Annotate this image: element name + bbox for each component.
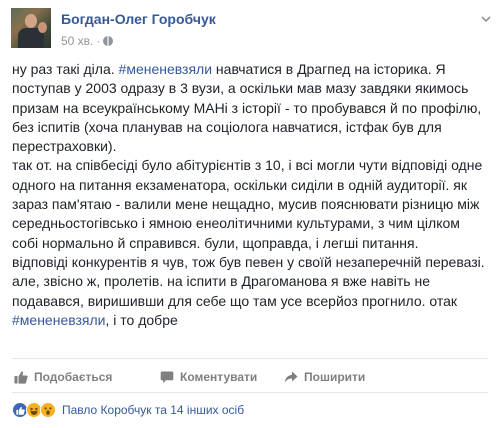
hashtag-link[interactable]: #мененевзяли xyxy=(119,61,213,77)
chevron-down-icon[interactable] xyxy=(481,14,491,24)
share-button[interactable]: Поширити xyxy=(284,367,365,387)
post-meta: 50 хв. · xyxy=(61,34,114,48)
like-button[interactable]: Подобається xyxy=(14,367,112,387)
avatar-face-secondary xyxy=(38,22,47,33)
author-avatar[interactable] xyxy=(11,8,51,48)
share-icon xyxy=(284,371,298,383)
post-actions: Подобається Коментувати Поширити xyxy=(12,365,488,389)
wow-reaction-icon xyxy=(40,402,56,418)
like-label: Подобається xyxy=(34,370,113,384)
comment-label: Коментувати xyxy=(180,370,258,384)
hashtag-link[interactable]: #мененевзяли xyxy=(12,312,106,328)
post-paragraph: ну раз такі діла. #мененевзяли навчатися… xyxy=(12,60,488,156)
comment-icon xyxy=(160,371,174,383)
post-paragraph: відповіді конкурентів я чув, тож був пев… xyxy=(12,253,488,330)
actions-bottom-divider xyxy=(12,392,488,393)
post-text-segment: ну раз такі діла. xyxy=(12,61,119,77)
post-text: ну раз такі діла. #мененевзяли навчатися… xyxy=(12,60,488,330)
avatar-face xyxy=(25,14,37,28)
post-text-segment: так от. на співбесіді було абітурієнтів … xyxy=(12,157,483,251)
meta-separator: · xyxy=(96,34,101,48)
post-text-segment: відповіді конкурентів я чув, тож був пев… xyxy=(12,253,485,309)
globe-icon xyxy=(103,36,114,46)
post-timestamp[interactable]: 50 хв. xyxy=(61,34,93,48)
post-header: Богдан-Олег Горобчук 50 хв. · xyxy=(11,8,491,52)
share-label: Поширити xyxy=(304,370,366,384)
comment-button[interactable]: Коментувати xyxy=(160,367,257,387)
actions-top-divider xyxy=(12,358,488,359)
post-text-segment: , і то добре xyxy=(105,311,178,328)
post-paragraph: так от. на співбесіді було абітурієнтів … xyxy=(12,156,488,252)
reactions-bar[interactable]: Павло Коробчук та 14 інших осіб xyxy=(12,399,488,421)
thumbs-up-icon xyxy=(14,371,28,384)
post-card: Богдан-Олег Горобчук 50 хв. · ну раз такі… xyxy=(0,0,500,428)
reactors-summary[interactable]: Павло Коробчук та 14 інших осіб xyxy=(62,403,244,417)
author-name[interactable]: Богдан-Олег Горобчук xyxy=(61,11,216,27)
